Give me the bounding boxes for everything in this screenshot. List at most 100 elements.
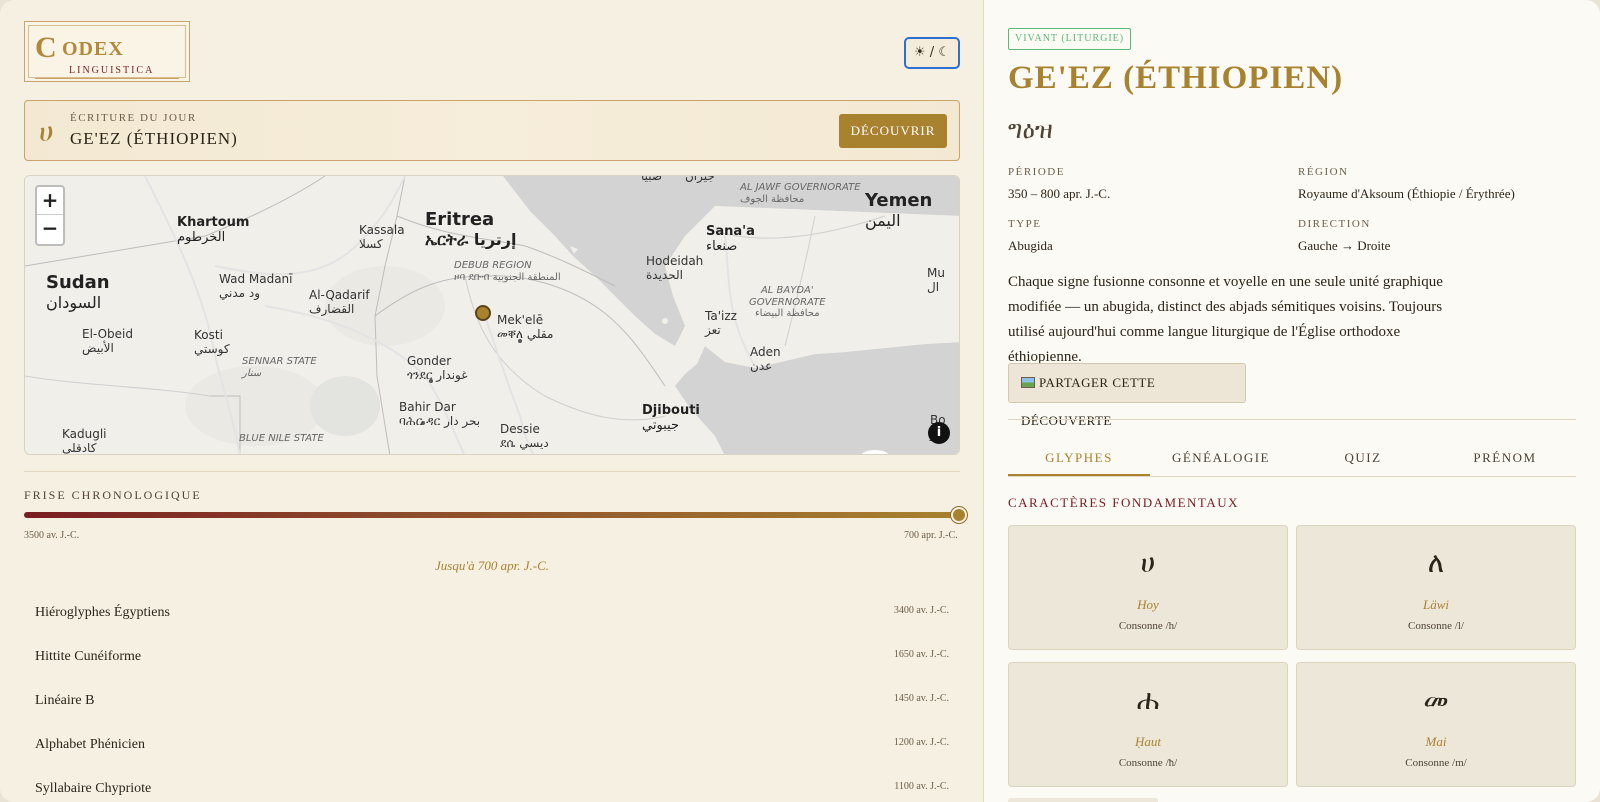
glyph-sound: Consonne /l/ (1408, 620, 1464, 632)
glyph-character: ሀ (1140, 546, 1156, 579)
theme-toggle-button[interactable]: ☀ / ☾ (904, 37, 960, 69)
picture-icon (1021, 377, 1035, 388)
map-label-wad-madani: Wad Madanī ود مدني (219, 272, 293, 300)
glyph-character: ሐ (1136, 683, 1160, 716)
share-discovery-button[interactable]: PARTAGER CETTE DÉCOUVERTE (1008, 363, 1246, 428)
section-title: CARACTÈRES FONDAMENTAUX (1008, 495, 1239, 510)
map-label-al-jawf: AL JAWF GOVERNORATE محافظة الجوف (740, 182, 861, 205)
logo-initial: C (35, 31, 57, 64)
script-date: 3400 av. J.-C. (893, 605, 949, 616)
native-script-name: ግዕዝ (1008, 115, 1053, 144)
direction-value: Gauche → Droite (1298, 238, 1391, 253)
region-label: RÉGION (1298, 166, 1349, 178)
glyph-card[interactable]: መ Mai Consonne /m/ (1296, 662, 1576, 787)
timeline-slider-handle[interactable] (951, 507, 967, 523)
map-label-al-qadarif: Al-Qadarif القضارف (309, 288, 370, 316)
map-label-sudan: Sudan السودان (46, 272, 110, 312)
period-label: PÉRIODE (1008, 166, 1065, 178)
tab-genealogie[interactable]: GÉNÉALOGIE (1150, 440, 1292, 476)
glyph-sound: Consonne /h/ (1118, 620, 1178, 632)
glyph-character: መ (1423, 683, 1449, 716)
divider (1008, 419, 1576, 420)
left-panel: C ODEX LINGUISTICA ☀ / ☾ ሀ ÉCRITURE DU J… (0, 0, 984, 802)
glyph-card[interactable]: ሐ Ḥaut Consonne /ħ/ (1008, 662, 1288, 787)
map-label-debub-region: DEBUB REGION ዞባ ደቡብ المنطقة الجنوبية (454, 260, 561, 283)
map-label-aden: Aden عدن (750, 345, 781, 373)
map-label-dessie: Dessie ደሴ ديسي (500, 422, 549, 450)
tab-prenom[interactable]: PRÉNOM (1434, 440, 1576, 476)
region-value: Royaume d'Aksoum (Éthiopie / Érythrée) (1298, 186, 1515, 201)
glyph-card[interactable]: ሀ Hoy Consonne /h/ (1008, 525, 1288, 650)
map-label-mekele: Mek'elē መቐለ مقلي (497, 313, 554, 341)
script-list-item[interactable]: Hittite Cunéiforme 1650 av. J.-C. (24, 634, 960, 678)
script-name: Linéaire B (35, 693, 95, 708)
script-list-item[interactable]: Alphabet Phénicien 1200 av. J.-C. (24, 722, 960, 766)
tab-glyphes[interactable]: GLYPHES (1008, 440, 1150, 476)
script-date: 1650 av. J.-C. (893, 649, 949, 660)
map-label-kassala: Kassala كسلا (359, 223, 405, 251)
next-card-peek (1008, 798, 1158, 802)
map-label-gonder: Gonder ጎንደር غوندار (407, 354, 468, 382)
script-name: Hittite Cunéiforme (35, 649, 142, 664)
timeline-slider-track[interactable] (24, 512, 960, 518)
script-description: Chaque signe fusionne consonne et voyell… (1008, 274, 1443, 365)
map-label-edge-top: جيزان صبيا (641, 175, 715, 183)
discover-button[interactable]: DÉCOUVRIR (839, 114, 947, 148)
script-list-item[interactable]: Hiéroglyphes Égyptiens 3400 av. J.-C. (24, 590, 960, 634)
script-list-item[interactable]: Syllabaire Chypriote 1100 av. J.-C. (24, 766, 960, 802)
glyph-character: ለ (1427, 546, 1445, 579)
timeline-min-label: 3500 av. J.-C. (24, 530, 80, 541)
map-label-khartoum: Khartoum الخرطوم (177, 215, 250, 245)
map-label-sennar-state: SENNAR STATE سنار (242, 356, 317, 379)
map-label-djibouti: Djibouti جيبوتي (642, 403, 700, 433)
timeline-max-label: 700 apr. J.-C. (904, 530, 958, 541)
timeline-current-value: Jusqu'à 700 apr. J.-C. (435, 558, 549, 573)
map-zoom-control: + − (35, 185, 65, 246)
zoom-out-button[interactable]: − (37, 215, 63, 243)
map-label-kadugli: Kadugli كادقلي (62, 427, 107, 455)
map-label-taizz: Ta'izz تعز (705, 309, 737, 337)
map-view[interactable]: Eritrea ኤርትራ إرتريا Yemen اليمن Sudan ال… (24, 175, 960, 455)
app-window: C ODEX LINGUISTICA ☀ / ☾ ሀ ÉCRITURE DU J… (0, 0, 1600, 802)
script-list-item[interactable]: Linéaire B 1450 av. J.-C. (24, 678, 960, 722)
direction-label: DIRECTION (1298, 218, 1371, 230)
glyph-card[interactable]: ለ Läwi Consonne /l/ (1296, 525, 1576, 650)
timeline-title: FRISE CHRONOLOGIQUE (24, 488, 202, 502)
map-label-blue-nile-state: BLUE NILE STATE (239, 433, 324, 444)
logo-subtitle: LINGUISTICA (69, 65, 155, 76)
script-date: 1450 av. J.-C. (893, 693, 949, 704)
divider (24, 471, 960, 472)
glyph-name: Ḥaut (1135, 734, 1161, 749)
script-date: 1100 av. J.-C. (894, 781, 949, 792)
banner-kicker: ÉCRITURE DU JOUR (70, 112, 197, 124)
map-label-sanaa: Sana'a صنعاء (706, 224, 755, 254)
script-detail-panel: VIVANT (LITURGIE) GE'EZ (ÉTHIOPIEN) ግዕዝ … (984, 0, 1600, 802)
map-label-el-obeid: El-Obeid الأبيض (82, 327, 133, 355)
map-label-edge-mu: Mu ال (927, 266, 945, 294)
status-badge: VIVANT (LITURGIE) (1008, 28, 1132, 50)
period-value: 350 – 800 apr. J.-C. (1008, 186, 1111, 201)
tab-quiz[interactable]: QUIZ (1292, 440, 1434, 476)
codex-logo[interactable]: C ODEX LINGUISTICA (24, 21, 190, 82)
map-label-kosti: Kosti كوستي (194, 328, 230, 356)
script-name: Hiéroglyphes Égyptiens (35, 605, 170, 620)
map-label-bahir-dar: Bahir Dar ባሕር ዳር بحر دار (399, 400, 481, 428)
type-value: Abugida (1008, 238, 1053, 253)
banner-script-name: GE'EZ (ÉTHIOPIEN) (70, 129, 238, 148)
map-label-yemen: Yemen اليمن (865, 190, 933, 230)
script-name: Alphabet Phénicien (35, 737, 146, 752)
script-date: 1200 av. J.-C. (893, 737, 949, 748)
glyph-sound: Consonne /ħ/ (1118, 757, 1178, 769)
page-title: GE'EZ (ÉTHIOPIEN) (1008, 60, 1344, 96)
banner-glyph-icon: ሀ (39, 115, 54, 148)
script-list: Hiéroglyphes Égyptiens 3400 av. J.-C. Hitt… (24, 590, 960, 802)
map-attribution-info-icon[interactable]: i (928, 422, 950, 444)
map-label-al-bayda: AL BAYDA' GOVERNORATE محافظة البيضاء (749, 285, 826, 319)
glyph-name: Hoy (1137, 597, 1159, 612)
logo-word: ODEX (62, 38, 124, 60)
glyph-sound: Consonne /m/ (1405, 757, 1467, 769)
share-label: PARTAGER CETTE DÉCOUVERTE (1021, 375, 1156, 428)
type-label: TYPE (1008, 218, 1042, 230)
map-label-hodeidah: Hodeidah الحديدة (646, 254, 704, 282)
zoom-in-button[interactable]: + (37, 187, 63, 215)
